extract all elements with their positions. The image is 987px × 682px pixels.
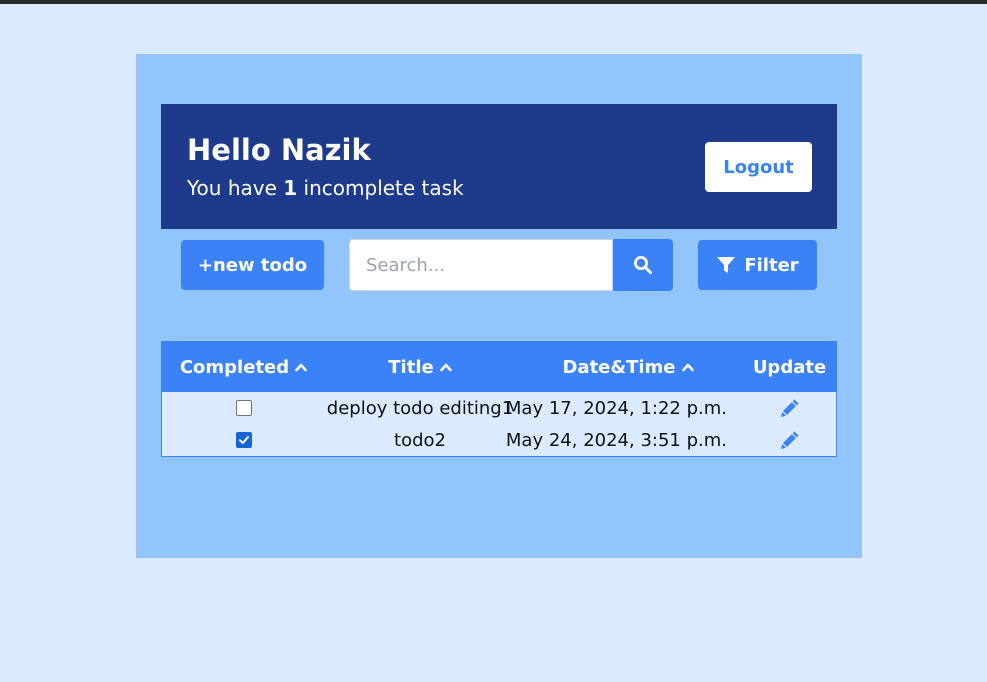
edit-todo-button[interactable] <box>741 392 838 424</box>
incomplete-summary: You have 1 incomplete task <box>187 174 464 202</box>
pencil-icon <box>779 429 801 451</box>
column-label: Title <box>388 356 434 378</box>
column-label: Date&Time <box>562 356 676 378</box>
completed-checkbox[interactable] <box>235 432 252 448</box>
todo-title: deploy todo editing1 <box>326 397 514 419</box>
summary-prefix: You have <box>187 176 284 200</box>
checkmark-icon <box>238 436 249 444</box>
welcome-header: Hello Nazik You have 1 incomplete task L… <box>161 104 837 229</box>
search-input[interactable] <box>349 239 613 291</box>
window-top-bar <box>0 0 987 4</box>
completed-checkbox[interactable] <box>235 400 252 416</box>
sort-datetime-header[interactable]: Date&Time <box>515 342 741 392</box>
chevron-up-icon <box>295 362 307 372</box>
incomplete-count: 1 <box>283 176 298 200</box>
todo-table: Completed Title Date&Time Update deploy … <box>161 341 837 457</box>
column-label: Update <box>752 356 827 378</box>
column-label: Completed <box>179 356 290 378</box>
completed-cell <box>162 392 325 424</box>
filter-button[interactable]: Filter <box>698 240 817 290</box>
new-todo-button[interactable]: +new todo <box>181 240 324 290</box>
filter-icon <box>716 255 736 275</box>
todo-datetime: May 17, 2024, 1:22 p.m. <box>505 397 727 419</box>
update-column-header: Update <box>741 342 838 392</box>
completed-cell <box>162 424 325 456</box>
sort-title-header[interactable]: Title <box>325 342 515 392</box>
pencil-icon <box>779 397 801 419</box>
logout-button[interactable]: Logout <box>705 142 812 192</box>
table-row: deploy todo editing1 May 17, 2024, 1:22 … <box>162 392 836 424</box>
sort-completed-header[interactable]: Completed <box>162 342 325 392</box>
edit-todo-button[interactable] <box>741 424 838 456</box>
table-header: Completed Title Date&Time Update <box>162 342 836 392</box>
chevron-up-icon <box>439 362 452 372</box>
todo-panel: Hello Nazik You have 1 incomplete task L… <box>136 54 862 558</box>
summary-suffix: incomplete task <box>297 176 464 200</box>
filter-label: Filter <box>744 254 799 276</box>
todo-title: todo2 <box>394 429 446 451</box>
search-icon <box>633 255 653 275</box>
table-row: todo2 May 24, 2024, 3:51 p.m. <box>162 424 836 456</box>
greeting-title: Hello Nazik <box>187 133 371 167</box>
search-button[interactable] <box>613 239 673 291</box>
table-body: deploy todo editing1 May 17, 2024, 1:22 … <box>162 392 836 456</box>
chevron-up-icon <box>681 362 694 372</box>
todo-datetime: May 24, 2024, 3:51 p.m. <box>505 429 727 451</box>
